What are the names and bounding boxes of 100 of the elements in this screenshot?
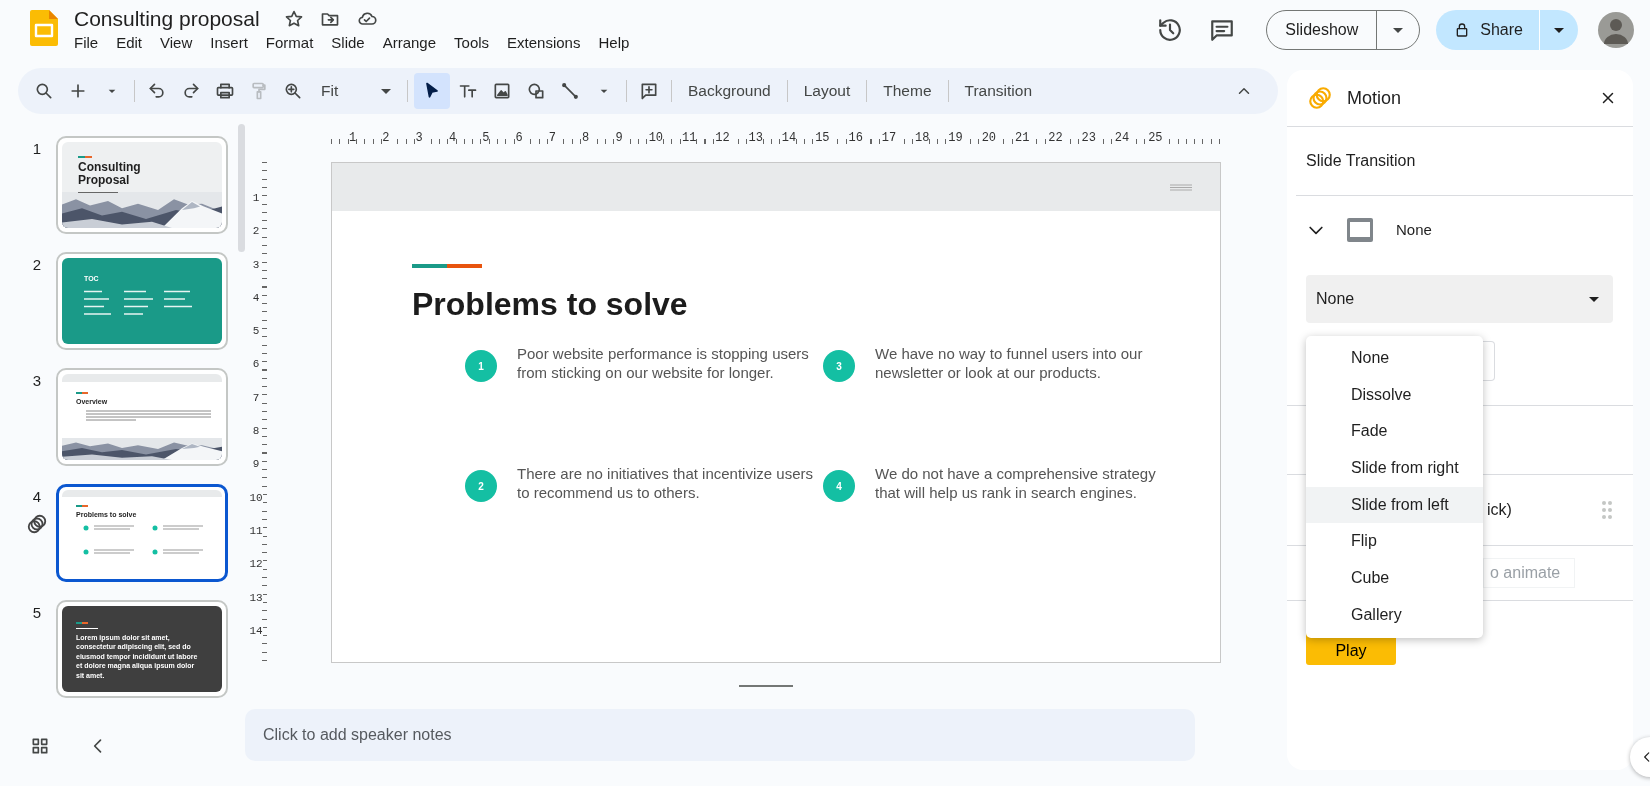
menu-option[interactable]: None (1306, 340, 1483, 377)
line-icon[interactable] (560, 81, 580, 101)
toolbar-button[interactable]: Background (678, 75, 781, 107)
ruler-number: 10 (249, 491, 263, 504)
slide-number: 4 (32, 487, 42, 507)
slides-logo-icon[interactable] (30, 10, 58, 46)
menu-item[interactable]: Help (589, 32, 639, 55)
problem-text: Poor website performance is stopping users from sticking on our website for longer. (517, 344, 810, 383)
zoom-select[interactable]: Fit (311, 75, 401, 107)
add-comment-icon[interactable] (639, 81, 659, 101)
history-icon[interactable] (1157, 17, 1184, 43)
panel-title: Motion (1347, 86, 1402, 110)
search-icon[interactable] (34, 81, 54, 101)
ruler-number: 17 (881, 131, 897, 145)
caret-icon (1589, 296, 1599, 302)
resize-handle[interactable] (739, 685, 793, 687)
ruler-number: 12 (715, 131, 730, 145)
slide-title: Problems to solve (412, 285, 689, 324)
text-line-drawing (76, 626, 98, 630)
star-icon[interactable] (283, 9, 304, 29)
caret-icon (381, 88, 391, 94)
document-title[interactable]: Consulting proposal (74, 6, 260, 32)
menu-item[interactable]: Extensions (498, 32, 590, 55)
slide-number: 3 (32, 371, 42, 391)
transition-select[interactable]: None (1306, 275, 1613, 323)
slide-number: 5 (32, 603, 42, 623)
slide-icon (1346, 217, 1374, 243)
ruler-number: 3 (252, 258, 260, 271)
caret-icon (1393, 27, 1404, 33)
ruler-number: 24 (1114, 131, 1130, 145)
ruler-number: 7 (252, 391, 260, 404)
grid-view-icon[interactable] (30, 736, 50, 756)
accent-line (76, 505, 88, 507)
ruler-number: 6 (515, 131, 523, 145)
ruler-number: 11 (249, 524, 263, 537)
ruler-number: 9 (615, 131, 623, 145)
text-line-drawing (78, 191, 118, 194)
menu-option[interactable]: Slide from left (1306, 486, 1483, 524)
menu-option[interactable]: Fade (1306, 413, 1483, 451)
ruler-number: 22 (1048, 131, 1063, 145)
menu-option[interactable]: Dissolve (1306, 376, 1483, 414)
problem-text: We have no way to funnel users into our newsletter or look at our products. (875, 344, 1144, 383)
menu-item[interactable]: Edit (107, 32, 152, 55)
drag-handle-icon[interactable] (1601, 500, 1613, 520)
number-badge: 2 (465, 470, 497, 502)
image-icon[interactable] (492, 81, 512, 101)
ruler-number: 1 (252, 192, 260, 204)
thumbnail-title: Consulting Proposal (78, 161, 142, 187)
undo-icon[interactable] (147, 81, 167, 101)
slide-number: 2 (32, 255, 42, 275)
ruler-number: 15 (815, 131, 830, 145)
avatar[interactable] (1598, 12, 1634, 48)
menu-item[interactable]: Insert (201, 32, 257, 55)
toolbar-button[interactable]: Theme (873, 75, 942, 107)
slide-thumbnail[interactable]: Consulting Proposal (56, 136, 228, 234)
ruler-number: 14 (781, 131, 797, 145)
menu-item[interactable]: Slide (322, 32, 374, 55)
ruler-number: 8 (582, 131, 590, 145)
ruler-number: 20 (981, 131, 997, 145)
ruler-number: 14 (249, 624, 263, 637)
speaker-notes-field[interactable]: Click to add speaker notes (245, 709, 1195, 761)
ruler-number: 3 (415, 131, 423, 145)
ruler-number: 25 (1148, 131, 1163, 145)
ruler-number: 2 (382, 131, 390, 145)
number-badge: 1 (465, 350, 497, 382)
menu-option[interactable]: Slide from right (1306, 450, 1483, 487)
menu-item[interactable]: Tools (445, 32, 499, 55)
menu-item[interactable]: Arrange (373, 32, 446, 55)
ruler-number: 19 (948, 131, 963, 145)
redo-icon[interactable] (181, 81, 201, 101)
ruler-number: 4 (252, 291, 260, 304)
problem-text: We do not have a comprehensive strategy that will help us rank in search engines. (875, 464, 1157, 503)
transition-name: None (1396, 219, 1432, 240)
comment-icon[interactable] (1209, 17, 1236, 43)
ruler-number: 10 (648, 131, 664, 145)
print-icon[interactable] (215, 81, 235, 101)
section-heading: Slide Transition (1305, 151, 1417, 171)
ruler-number: 7 (548, 131, 556, 145)
number-badge: 4 (823, 470, 855, 502)
ruler-number: 13 (748, 131, 763, 145)
menu-item[interactable]: Format (256, 32, 323, 55)
ruler-number: 16 (848, 131, 863, 145)
accent-line (76, 392, 88, 394)
ruler-number: 11 (681, 131, 697, 145)
motion-icon (26, 512, 48, 535)
toolbar-button[interactable]: Layout (793, 75, 861, 107)
scrollbar[interactable] (238, 124, 245, 252)
menu-option[interactable]: Flip (1306, 523, 1483, 561)
number-badge: 3 (823, 350, 855, 382)
toolbar-button[interactable]: Transition (954, 75, 1042, 107)
zoom-icon[interactable] (283, 81, 303, 101)
menu-option[interactable]: Cube (1306, 560, 1483, 597)
ruler-number: 12 (249, 558, 263, 571)
shape-icon[interactable] (526, 81, 546, 101)
caret-icon (1554, 27, 1564, 33)
accent-line (78, 156, 92, 158)
menu-item[interactable]: View (151, 32, 202, 55)
ruler-number: 21 (1014, 131, 1030, 145)
ruler-number: 23 (1081, 131, 1096, 145)
menu-item[interactable]: File (65, 32, 108, 55)
